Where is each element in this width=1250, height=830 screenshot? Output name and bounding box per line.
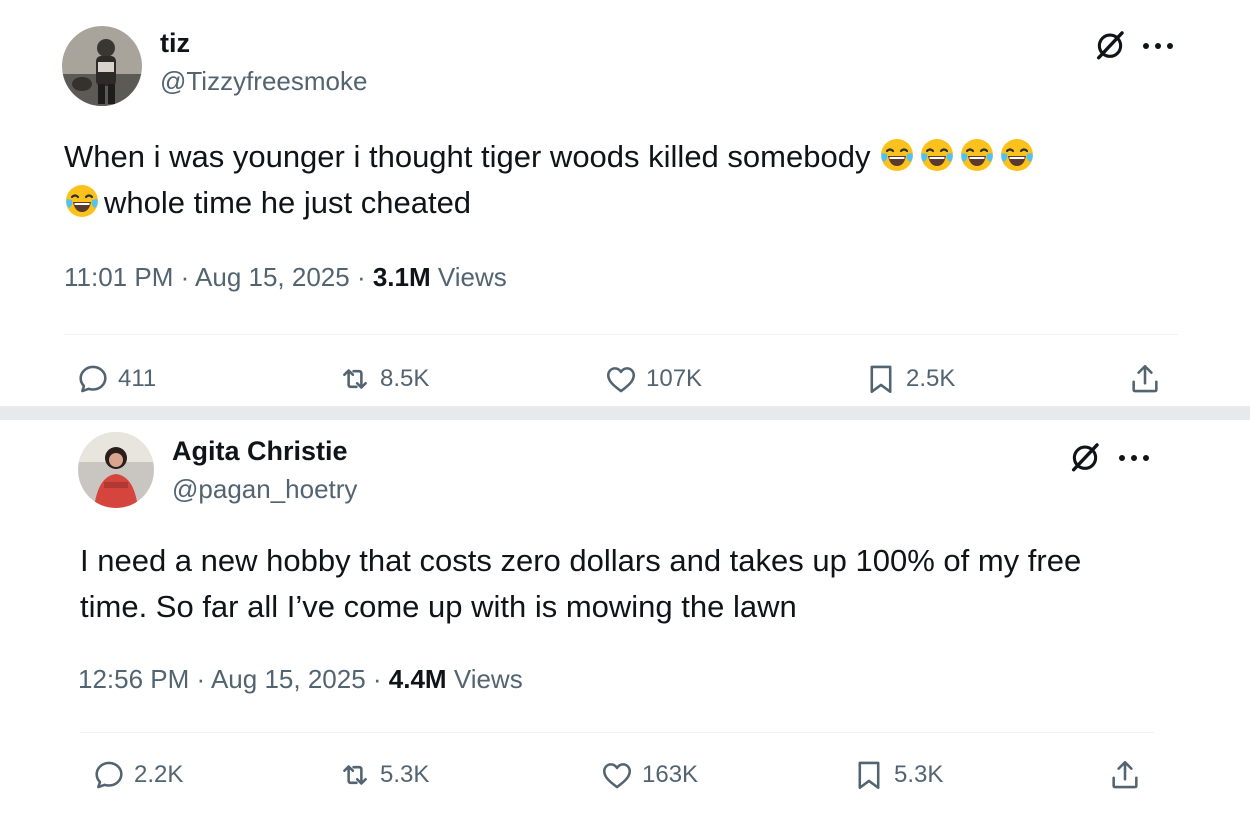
like-icon [604,362,638,396]
author-handle[interactable]: @pagan_hoetry [172,474,357,505]
bookmark-icon [852,758,886,792]
tweet-text-line2: whole time he just cheated [104,185,472,220]
like-count: 107K [646,365,703,392]
tears-of-joy-emoji-icon [919,137,955,173]
bookmark-count: 2.5K [906,365,956,392]
tweet-time[interactable]: 12:56 PM [78,664,189,694]
tweet-text-line1: When i was younger i thought tiger woods… [64,139,871,174]
tweet-card[interactable]: tiz @Tizzyfreesmoke When i was younger i… [0,0,1250,406]
repost-count: 5.3K [380,761,430,788]
grok-icon[interactable] [1068,440,1102,474]
avatar[interactable] [78,432,154,508]
tears-of-joy-emoji-icon [64,183,100,219]
tears-of-joy-emoji-icon [999,137,1035,173]
tweet-date[interactable]: Aug 15, 2025 [195,262,350,292]
tweet-meta: 11:01 PM · Aug 15, 2025 · 3.1M Views [64,262,507,292]
tweet-card[interactable]: Agita Christie @pagan_hoetry I need a ne… [0,420,1250,830]
repost-icon [338,362,372,396]
author-name[interactable]: Agita Christie [172,436,348,467]
views-label: Views [453,664,523,694]
bookmark-count: 5.3K [894,761,944,788]
tweet-text: When i was younger i thought tiger woods… [64,134,1184,226]
reply-count: 411 [118,365,157,392]
divider [80,732,1154,733]
more-icon[interactable] [1116,452,1152,464]
repost-button[interactable]: 8.5K [338,362,429,396]
divider [64,334,1178,335]
grok-icon[interactable] [1093,28,1127,62]
share-icon [1128,362,1162,396]
like-count: 163K [642,761,699,788]
repost-button[interactable]: 5.3K [338,758,429,792]
tweet-time[interactable]: 11:01 PM [64,262,173,292]
like-button[interactable]: 107K [604,362,702,396]
repost-icon [338,758,372,792]
tweet-text-line2: time. So far all I’ve come up with is mo… [80,589,797,624]
bookmark-button[interactable]: 2.5K [864,362,955,396]
tweet-text: I need a new hobby that costs zero dolla… [80,538,1180,630]
reply-icon [92,758,126,792]
tweet-meta: 12:56 PM · Aug 15, 2025 · 4.4M Views [78,664,523,694]
author-name[interactable]: tiz [160,28,190,59]
author-handle[interactable]: @Tizzyfreesmoke [160,66,367,97]
like-icon [600,758,634,792]
views-label: Views [437,262,507,292]
tweet-text-line1: I need a new hobby that costs zero dolla… [80,543,1082,578]
reply-count: 2.2K [134,761,184,788]
share-button[interactable] [1128,362,1162,396]
reply-button[interactable]: 411 [76,362,156,396]
share-button[interactable] [1108,758,1142,792]
tears-of-joy-emoji-icon [879,137,915,173]
reply-icon [76,362,110,396]
more-icon[interactable] [1140,40,1176,52]
avatar[interactable] [62,26,142,106]
repost-count: 8.5K [380,365,430,392]
tweet-date[interactable]: Aug 15, 2025 [211,664,366,694]
reply-button[interactable]: 2.2K [92,758,183,792]
bookmark-button[interactable]: 5.3K [852,758,943,792]
like-button[interactable]: 163K [600,758,698,792]
views-count: 3.1M [372,262,431,292]
tears-of-joy-emoji-icon [959,137,995,173]
share-icon [1108,758,1142,792]
views-count: 4.4M [388,664,447,694]
bookmark-icon [864,362,898,396]
